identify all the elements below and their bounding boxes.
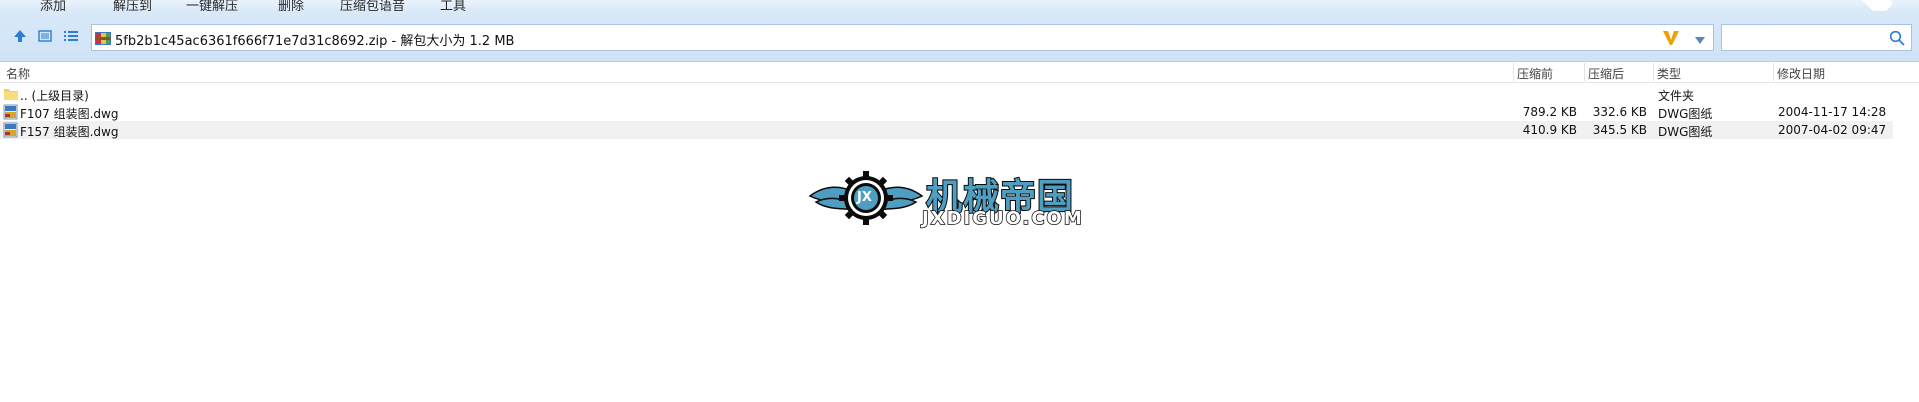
column-header-modified[interactable]: 修改日期 <box>1777 65 1825 82</box>
search-icon[interactable] <box>1889 30 1905 46</box>
column-divider[interactable] <box>1584 63 1585 81</box>
column-divider[interactable] <box>1653 63 1654 81</box>
v-logo-icon[interactable] <box>1661 28 1681 48</box>
file-list-header: 名称 压缩前 压缩后 类型 修改日期 <box>0 62 1919 83</box>
table-row[interactable]: .. (上级目录) 文件夹 <box>0 85 1893 103</box>
address-row: 5fb2b1c45ac6361f666f71e7d31c8692.zip - 解… <box>0 11 1919 62</box>
row-type: DWG图纸 <box>1658 125 1713 139</box>
address-path: 5fb2b1c45ac6361f666f71e7d31c8692.zip - 解… <box>115 34 515 49</box>
table-row[interactable]: F157 组装图.dwg 410.9 KB 345.5 KB DWG图纸 200… <box>0 121 1893 139</box>
address-bar[interactable]: 5fb2b1c45ac6361f666f71e7d31c8692.zip - 解… <box>91 24 1714 51</box>
row-unpacked-size: 345.5 KB <box>1592 123 1647 137</box>
row-type: 文件夹 <box>1658 89 1695 103</box>
corner-badge-icon <box>1858 0 1894 11</box>
row-modified: 2004-11-17 14:28 <box>1778 105 1887 119</box>
column-divider[interactable] <box>1513 63 1514 81</box>
table-row[interactable]: F107 组装图.dwg 789.2 KB 332.6 KB DWG图纸 200… <box>0 103 1893 121</box>
column-divider[interactable] <box>1773 63 1774 81</box>
watermark-logo: JX 机械帝国 JXDIGUO.COM <box>808 166 1108 230</box>
up-arrow-icon[interactable] <box>11 27 29 45</box>
folder-icon <box>3 86 19 102</box>
toolbar-tools-button[interactable]: 工具 <box>440 0 466 11</box>
column-header-unpacked[interactable]: 压缩后 <box>1588 65 1624 82</box>
row-packed-size: 410.9 KB <box>1522 123 1577 137</box>
row-name: F107 组装图.dwg <box>20 107 119 121</box>
toolbar-one-click-extract-button[interactable]: 一键解压 <box>186 0 238 11</box>
dropdown-arrow-icon[interactable] <box>1695 34 1705 44</box>
search-input[interactable] <box>1721 24 1912 51</box>
zip-archive-icon <box>94 29 112 47</box>
toolbar: 添加 解压到 一键解压 删除 压缩包语音 工具 <box>0 0 1919 11</box>
row-modified: 2007-04-02 09:47 <box>1778 123 1887 137</box>
row-name: .. (上级目录) <box>20 89 89 103</box>
row-type: DWG图纸 <box>1658 107 1713 121</box>
row-name: F157 组装图.dwg <box>20 125 119 139</box>
list-view-icon[interactable] <box>62 27 80 45</box>
dwg-file-icon <box>3 122 19 138</box>
archive-window: 添加 解压到 一键解压 删除 压缩包语音 工具 5fb2b1c45ac6361f… <box>0 0 1919 402</box>
toolbar-extract-to-button[interactable]: 解压到 <box>113 0 152 11</box>
toolbar-delete-button[interactable]: 删除 <box>278 0 304 11</box>
dwg-file-icon <box>3 104 19 120</box>
detail-view-icon[interactable] <box>36 27 54 45</box>
watermark-emblem-text: JX <box>857 190 872 205</box>
column-header-name[interactable]: 名称 <box>6 65 30 82</box>
toolbar-archive-voice-button[interactable]: 压缩包语音 <box>340 0 405 11</box>
row-packed-size: 789.2 KB <box>1522 105 1577 119</box>
row-unpacked-size: 332.6 KB <box>1592 105 1647 119</box>
column-header-packed[interactable]: 压缩前 <box>1517 65 1553 82</box>
toolbar-add-button[interactable]: 添加 <box>40 0 66 11</box>
column-header-type[interactable]: 类型 <box>1657 65 1681 82</box>
watermark-en-text: JXDIGUO.COM <box>921 207 1084 230</box>
